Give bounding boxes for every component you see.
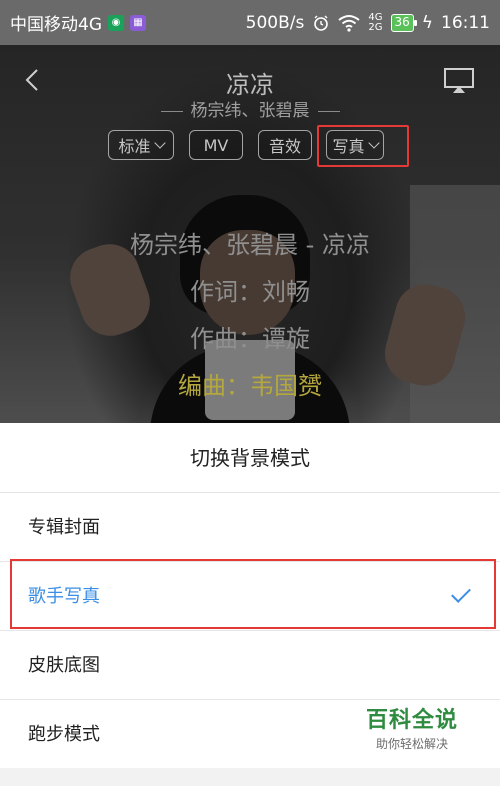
battery-icon: 36 bbox=[390, 13, 418, 32]
artist-divider-left bbox=[160, 110, 183, 112]
lyric-line: 作曲：谭旋 bbox=[190, 325, 310, 353]
lyric-line-current: 编曲：韦国赟 bbox=[178, 372, 322, 400]
option-skin-background[interactable]: 皮肤底图 bbox=[0, 631, 500, 700]
option-label: 皮肤底图 bbox=[28, 655, 100, 676]
artist-names[interactable]: 杨宗纬、张碧晨 bbox=[191, 101, 310, 121]
option-album-cover[interactable]: 专辑封面 bbox=[0, 493, 500, 562]
sound-effect-button[interactable]: 音效 bbox=[258, 130, 312, 160]
carrier-group: 中国移动4G ◉ ▦ bbox=[10, 10, 146, 35]
option-label: 跑步模式 bbox=[28, 724, 100, 745]
sound-effect-label: 音效 bbox=[268, 137, 301, 156]
lyric-line: 作词：刘畅 bbox=[190, 278, 310, 306]
lyric-line: 杨宗纬、张碧晨 - 凉凉 bbox=[130, 231, 370, 259]
watermark-sub: 助你轻松解决 bbox=[375, 737, 448, 751]
battery-level: 36 bbox=[394, 14, 410, 29]
mv-button[interactable]: MV bbox=[189, 130, 243, 160]
artist-line: 杨宗纬、张碧晨 bbox=[0, 96, 500, 121]
watermark-logo: 百科全说 助你轻松解决 bbox=[350, 702, 474, 762]
wifi-icon bbox=[338, 14, 360, 32]
quality-label: 标准 bbox=[118, 137, 151, 156]
selected-option-highlight bbox=[10, 559, 496, 629]
net-type-bottom: 2G bbox=[368, 21, 383, 33]
status-right: 500B/s 4G 2G 36 ϟ 16:11 bbox=[245, 11, 490, 33]
song-title: 凉凉 bbox=[226, 71, 274, 99]
watermark-main: 百科全说 bbox=[365, 708, 458, 733]
player-option-row: 标准 MV 音效 写真 bbox=[0, 130, 500, 164]
cast-screen-icon[interactable] bbox=[443, 67, 475, 95]
photo-button-highlight bbox=[317, 125, 409, 167]
eye-app-icon: ◉ bbox=[108, 14, 124, 31]
chevron-down-icon bbox=[153, 137, 166, 149]
carrier-label: 中国移动4G bbox=[10, 15, 102, 35]
clock: 16:11 bbox=[441, 12, 490, 33]
artist-divider-right bbox=[317, 110, 340, 112]
gallery-app-icon: ▦ bbox=[130, 14, 146, 31]
charging-icon: ϟ bbox=[421, 12, 433, 33]
status-bar: 中国移动4G ◉ ▦ 500B/s 4G 2G 36 ϟ 16:11 bbox=[0, 0, 500, 45]
alarm-icon bbox=[314, 15, 329, 31]
sheet-title: 切换背景模式 bbox=[0, 423, 500, 493]
network-speed: 500B/s bbox=[245, 12, 305, 33]
bottom-edge bbox=[0, 768, 500, 786]
lyrics-panel: 杨宗纬、张碧晨 - 凉凉 作词：刘畅 作曲：谭旋 编曲：韦国赟 bbox=[0, 222, 500, 410]
option-label: 专辑封面 bbox=[28, 517, 100, 538]
quality-button[interactable]: 标准 bbox=[108, 130, 174, 160]
net-type-top: 4G bbox=[368, 11, 383, 23]
mv-label: MV bbox=[203, 135, 229, 155]
signal-indicator: 4G 2G bbox=[368, 11, 383, 33]
